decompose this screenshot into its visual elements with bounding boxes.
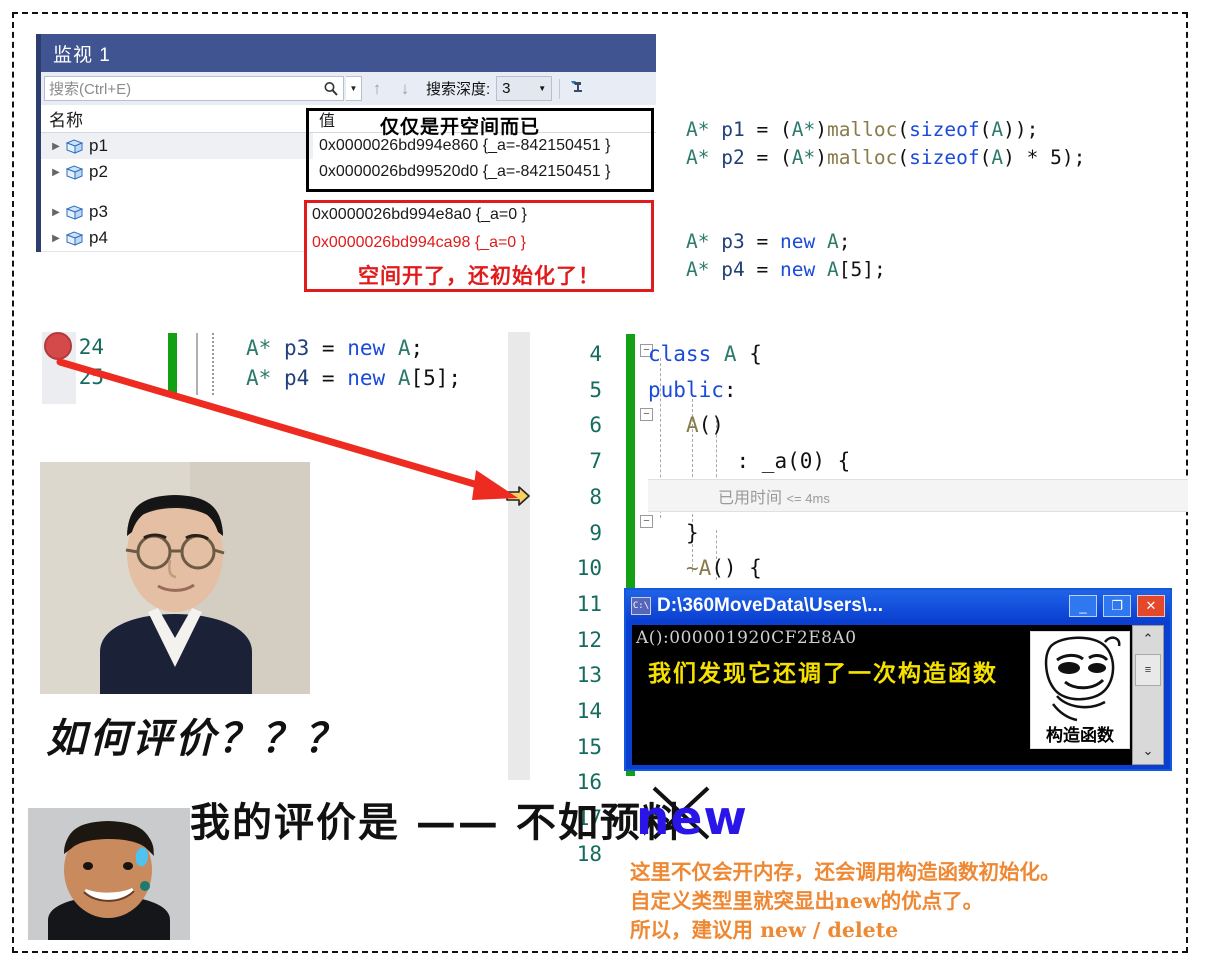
annotation-black-label: 仅仅是开空间而已 [380, 117, 541, 138]
caption-how-to-rate: 如何评价？？？ [46, 715, 347, 762]
meme-caption: 构造函数 [1046, 726, 1114, 745]
search-previous-button[interactable]: ↑ [364, 76, 390, 101]
caption-eval-prefix: 我的评价是 —— 不如 [190, 799, 600, 846]
watch-toolbar: 搜索(Ctrl+E) ▼ ↑ ↓ 搜索深度: 3 ▼ [36, 72, 656, 105]
search-placeholder: 搜索(Ctrl+E) [49, 81, 132, 98]
console-scrollbar[interactable]: ⌃ ≡ ⌄ [1132, 625, 1164, 765]
orange-note-line-1: 这里不仅会开内存，还会调用构造函数初始化。 [630, 860, 1061, 884]
top-code-snippet: A* p1 = (A*)malloc(sizeof(A)); A* p2 = (… [686, 118, 1086, 281]
watch-variable-name: p1 [89, 136, 108, 155]
column-header-name: 名称 [49, 111, 83, 130]
portrait-photo-sweat-smile [28, 808, 190, 940]
editor-margin-line [196, 333, 198, 395]
search-depth-value: 3 [502, 80, 511, 97]
console-window: C:\ D:\360MoveData\Users\... _ ❐ ✕ A():0… [624, 588, 1172, 771]
search-icon [324, 81, 338, 96]
watch-row-name-cell[interactable]: ▶ p3 [41, 199, 313, 225]
orange-note-line-3: 所以，建议用 new / delete [630, 918, 899, 942]
minimize-button[interactable]: _ [1069, 595, 1097, 617]
table-row[interactable]: ▶ p2 0x0000026bd99520d0 {_a=-842150451 } [41, 159, 656, 185]
variable-cube-icon [65, 165, 84, 180]
caption-my-evaluation: 我的评价是 —— 不如预料 [190, 786, 710, 848]
page-root: 监视 1 搜索(Ctrl+E) ▼ ↑ ↓ 搜索深度: 3 ▼ 名称 值 ▶ p… [0, 0, 1206, 965]
mid-editor-scrollbar[interactable] [508, 332, 530, 780]
expand-triangle-icon[interactable]: ▶ [49, 167, 63, 178]
orange-note-line-2: 自定义类型里就突显出new的优点了。 [630, 889, 984, 913]
close-button[interactable]: ✕ [1137, 595, 1165, 617]
expand-triangle-icon[interactable]: ▶ [49, 233, 63, 244]
search-depth-select[interactable]: 3 ▼ [496, 76, 553, 101]
console-output-area: A():000001920CF2E8A0 我们发现它还调了一次构造函数 构造函数 [632, 625, 1134, 765]
watch-variable-name: p3 [89, 202, 108, 221]
watch-variable-value: 0x0000026bd99520d0 {_a=-842150451 } [319, 163, 611, 180]
search-next-button[interactable]: ↓ [392, 76, 418, 101]
chevron-down-icon: ▼ [538, 84, 547, 93]
table-row[interactable]: ▶ p1 0x0000026bd994e860 {_a=-842150451 } [41, 133, 656, 159]
watch-row-name-cell[interactable]: ▶ p4 [41, 225, 313, 251]
watch-window-title: 监视 1 [36, 34, 656, 72]
caption-new-keyword: new [636, 791, 748, 846]
console-title-text: D:\360MoveData\Users\... [657, 595, 883, 616]
console-title-bar[interactable]: C:\ D:\360MoveData\Users\... _ ❐ ✕ [626, 590, 1170, 622]
elapsed-label-text: 已用时间 [718, 490, 783, 507]
variable-cube-icon [65, 231, 84, 246]
scroll-up-icon[interactable]: ⌃ [1133, 626, 1163, 652]
meme-face-drawing [1044, 636, 1121, 722]
watch-value-p4: 0x0000026bd994ca98 {_a=0 } [312, 234, 526, 251]
change-indicator-bar [168, 333, 177, 395]
watch-variable-name: p2 [89, 162, 108, 181]
variable-cube-icon [65, 139, 84, 154]
expand-triangle-icon[interactable]: ▶ [49, 207, 63, 218]
portrait-photo-man [40, 462, 310, 694]
watch-value-p3: 0x0000026bd994e8a0 {_a=0 } [312, 206, 527, 223]
annotation-red-label: 空间开了，还初始化了！ [358, 265, 600, 288]
elapsed-time-label: 已用时间 <= 4ms [718, 484, 830, 508]
orange-explanation-notes: 这里不仅会开内存，还会调用构造函数初始化。 自定义类型里就突显出new的优点了。… [630, 858, 1061, 945]
meme-image: 构造函数 [1030, 631, 1130, 749]
mid-code-snippet[interactable]: A* p3 = new A; A* p4 = new A[5]; [246, 333, 461, 393]
execution-pointer-arrow-icon [506, 486, 530, 506]
console-app-icon: C:\ [631, 597, 651, 615]
watch-row-name-cell[interactable]: ▶ p1 [41, 133, 313, 159]
mid-editor-line-numbers: 24 25 [78, 335, 104, 389]
watch-grid-gap [41, 185, 656, 199]
expand-triangle-icon[interactable]: ▶ [49, 141, 63, 152]
variable-cube-icon [65, 205, 84, 220]
scroll-down-icon[interactable]: ⌄ [1133, 738, 1163, 764]
watch-grid-header: 名称 值 [41, 105, 656, 133]
search-input[interactable]: 搜索(Ctrl+E) [44, 76, 344, 101]
watch-row-name-cell[interactable]: ▶ p2 [41, 159, 313, 185]
elapsed-value-text: <= 4ms [786, 491, 830, 506]
search-depth-label: 搜索深度: [426, 81, 491, 98]
console-icon-label: C:\ [632, 601, 650, 611]
scrollbar-thumb[interactable]: ≡ [1135, 654, 1161, 686]
watch-variable-name: p4 [89, 228, 108, 247]
maximize-button[interactable]: ❐ [1103, 595, 1131, 617]
pin-icon[interactable] [567, 76, 589, 101]
search-options-dropdown[interactable]: ▼ [346, 76, 362, 101]
indent-guide [212, 333, 214, 395]
grid-divider [41, 251, 313, 252]
toolbar-divider [559, 78, 561, 99]
